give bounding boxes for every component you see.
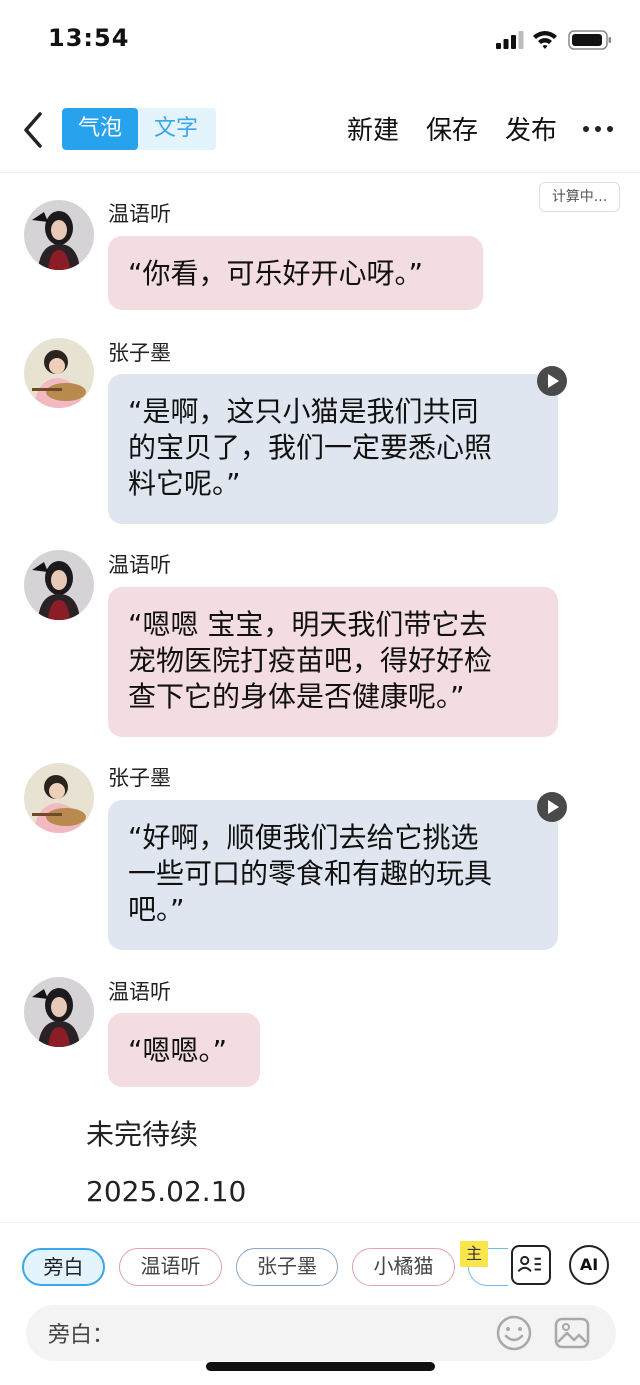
battery-icon [568, 30, 611, 50]
mode-toggle: 气泡 文字 [62, 108, 216, 150]
publish-button[interactable]: 发布 [505, 110, 557, 147]
message-line: “好啊，顺便我们去给它挑选 [128, 821, 479, 854]
ai-button[interactable]: AI [569, 1245, 609, 1285]
emoji-icon[interactable] [495, 1314, 533, 1352]
message-line: 吧。” [128, 893, 185, 926]
mode-bubble-tab[interactable]: 气泡 [62, 108, 138, 150]
role-chip-narrator[interactable]: 旁白 [22, 1248, 105, 1286]
new-button[interactable]: 新建 [347, 110, 399, 147]
message-bubble[interactable]: “是啊，这只小猫是我们共同 的宝贝了，我们一定要悉心照 料它呢。” [108, 374, 558, 524]
speaker-name: 温语听 [108, 553, 171, 577]
message-line: 料它呢。” [128, 467, 241, 500]
bottom-panel: 旁白 温语听 张子墨 小橘猫 主 AI 旁白： [0, 1222, 640, 1385]
message-line: 的宝贝了，我们一定要悉心照 [128, 431, 493, 464]
signal-icon [496, 31, 524, 49]
message-line: 查下它的身体是否健康呢。” [128, 680, 465, 713]
input-role-label: 旁白： [48, 1323, 115, 1348]
save-button[interactable]: 保存 [426, 110, 478, 147]
play-audio-icon[interactable] [537, 366, 567, 396]
avatar-wen[interactable] [24, 977, 94, 1047]
message-line: “嗯嗯 宝宝，明天我们带它去 [128, 608, 488, 641]
play-audio-icon[interactable] [537, 792, 567, 822]
narration-date[interactable]: 2025.02.10 [86, 1175, 246, 1208]
message-bubble[interactable]: “嗯嗯 宝宝，明天我们带它去 宠物医院打疫苗吧，得好好检 查下它的身体是否健康呢… [108, 587, 558, 737]
message-bubble[interactable]: “你看，可乐好开心呀。” [108, 236, 483, 310]
avatar-wen[interactable] [24, 200, 94, 270]
message-text: “你看，可乐好开心呀。” [128, 257, 424, 290]
nav-divider [0, 172, 640, 173]
speaker-name: 温语听 [108, 980, 171, 1004]
home-indicator [206, 1362, 435, 1371]
speaker-name: 张子墨 [108, 766, 171, 790]
speaker-name: 张子墨 [108, 341, 171, 365]
message-bubble[interactable]: “好啊，顺便我们去给它挑选 一些可口的零食和有趣的玩具 吧。” [108, 800, 558, 950]
message-line: 宠物医院打疫苗吧，得好好检 [128, 644, 493, 677]
role-chip-cat[interactable]: 小橘猫 [352, 1248, 455, 1286]
image-icon[interactable] [553, 1314, 591, 1352]
narration-tbc[interactable]: 未完待续 [86, 1113, 198, 1153]
message-line: “是啊，这只小猫是我们共同 [128, 395, 479, 428]
speaker-name: 温语听 [108, 202, 171, 226]
main-role-badge: 主 [460, 1241, 488, 1267]
message-text: “嗯嗯。” [128, 1034, 228, 1067]
role-chip-wen[interactable]: 温语听 [119, 1248, 222, 1286]
avatar-zhang[interactable] [24, 763, 94, 833]
role-chip-zhang[interactable]: 张子墨 [236, 1248, 338, 1286]
more-icon[interactable] [583, 126, 615, 134]
status-bar: 13:54 [0, 0, 640, 80]
message-input[interactable] [116, 1315, 496, 1351]
avatar-wen[interactable] [24, 550, 94, 620]
role-card-icon[interactable] [511, 1245, 551, 1285]
status-time: 13:54 [48, 24, 130, 52]
input-bar: 旁白： [26, 1305, 616, 1361]
calculating-badge: 计算中... [539, 182, 620, 212]
message-bubble[interactable]: “嗯嗯。” [108, 1013, 260, 1087]
avatar-zhang[interactable] [24, 338, 94, 408]
nav-bar: 气泡 文字 新建 保存 发布 [0, 96, 640, 166]
mode-text-tab[interactable]: 文字 [138, 108, 214, 150]
back-icon[interactable] [16, 108, 50, 152]
message-line: 一些可口的零食和有趣的玩具 [128, 857, 493, 890]
wifi-icon [533, 31, 557, 49]
